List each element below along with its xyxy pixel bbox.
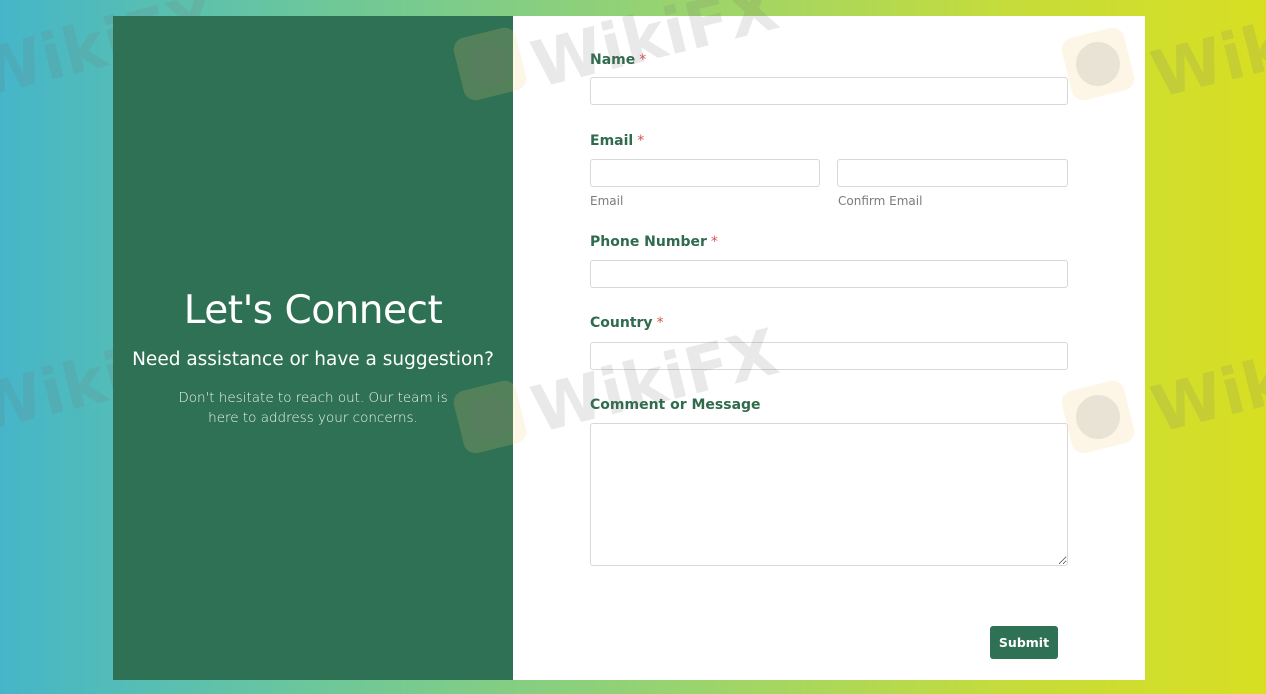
watermark-text: WikiFX — [1144, 0, 1266, 114]
name-input[interactable] — [590, 77, 1068, 105]
country-input[interactable] — [590, 342, 1068, 370]
message-textarea[interactable] — [590, 423, 1068, 566]
required-marker: * — [639, 52, 647, 68]
required-marker: * — [710, 234, 718, 250]
country-label: Country * — [590, 315, 664, 331]
page-title: Let's Connect — [183, 288, 443, 333]
phone-label-text: Phone Number — [590, 234, 707, 250]
intro-description: Don't hesitate to reach out. Our team is… — [178, 390, 448, 426]
country-label-text: Country — [590, 315, 653, 331]
confirm-email-input[interactable] — [837, 159, 1068, 187]
email-label-text: Email — [590, 133, 634, 149]
page-subtitle: Need assistance or have a suggestion? — [132, 349, 494, 370]
watermark-text: WikiFX — [1144, 315, 1266, 449]
name-label-text: Name — [590, 52, 636, 68]
intro-panel: Let's Connect Need assistance or have a … — [113, 16, 513, 680]
contact-form: Name * Email * Email Confirm Email Phone N… — [513, 16, 1145, 680]
contact-card: Let's Connect Need assistance or have a … — [113, 16, 1145, 680]
message-label-text: Comment or Message — [590, 397, 761, 413]
submit-button[interactable]: Submit — [990, 626, 1058, 659]
required-marker: * — [637, 133, 645, 149]
confirm-email-sublabel: Confirm Email — [838, 194, 923, 208]
phone-input[interactable] — [590, 260, 1068, 288]
email-label: Email * — [590, 133, 644, 149]
phone-label: Phone Number * — [590, 234, 718, 250]
required-marker: * — [656, 315, 664, 331]
name-label: Name * — [590, 52, 646, 68]
email-input[interactable] — [590, 159, 820, 187]
message-label: Comment or Message — [590, 397, 761, 413]
email-sublabel: Email — [590, 194, 624, 208]
